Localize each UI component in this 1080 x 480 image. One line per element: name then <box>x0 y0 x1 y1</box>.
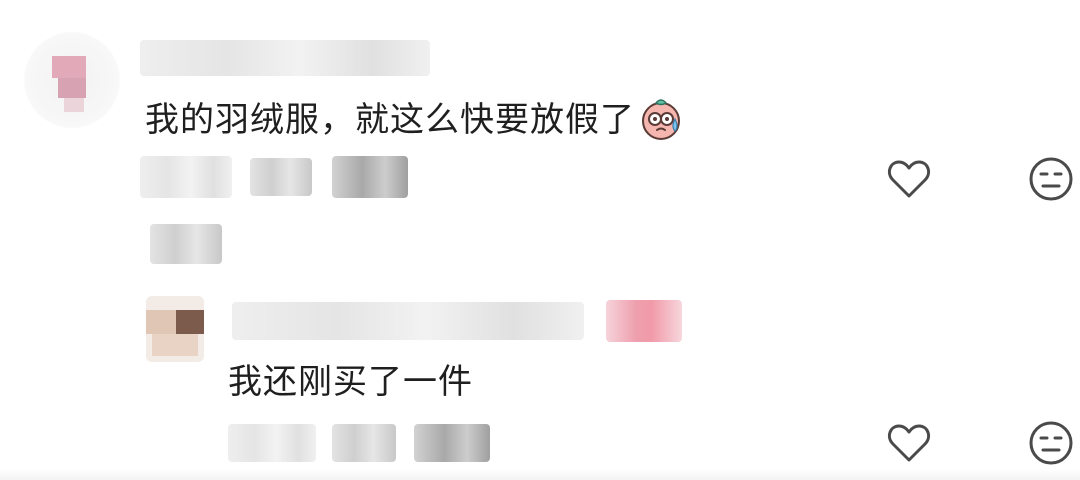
reply-meta-time-blurred <box>228 424 316 462</box>
heart-outline-icon <box>887 424 931 462</box>
heart-outline-icon <box>887 160 931 198</box>
sweat-smile-face-icon <box>639 97 683 141</box>
neutral-face-icon <box>1029 157 1073 201</box>
avatar-pixel <box>176 310 204 334</box>
avatar-pixel <box>58 78 86 98</box>
reply-username-blurred[interactable] <box>232 302 584 340</box>
avatar-pixel <box>152 334 198 356</box>
comment-meta-location-blurred <box>250 158 312 196</box>
comment-reply-button-blurred[interactable] <box>332 156 408 198</box>
avatar-pixel <box>52 56 86 78</box>
neutral-face-icon <box>1029 421 1073 465</box>
reply-meta-location-blurred <box>332 424 396 462</box>
comment-text-line: 我的羽绒服，就这么快要放假了 <box>145 96 683 144</box>
reply-dislike-button[interactable] <box>1028 420 1074 466</box>
avatar[interactable] <box>24 32 120 128</box>
avatar-pixel <box>64 98 84 112</box>
reply-avatar[interactable] <box>146 296 204 362</box>
reply-like-button[interactable] <box>886 420 932 466</box>
avatar-pixel <box>146 310 176 334</box>
reply-text: 我还刚买了一件 <box>228 362 473 402</box>
like-button[interactable] <box>886 156 932 202</box>
comment-text: 我的羽绒服，就这么快要放假了 <box>145 100 635 140</box>
bottom-divider <box>0 468 1080 480</box>
username-blurred[interactable] <box>140 40 430 76</box>
comment-meta-time-blurred <box>140 156 232 198</box>
dislike-button[interactable] <box>1028 156 1074 202</box>
expand-replies-blurred[interactable] <box>150 224 222 264</box>
reply-reply-button-blurred[interactable] <box>414 424 490 462</box>
author-badge-blurred <box>606 300 682 342</box>
